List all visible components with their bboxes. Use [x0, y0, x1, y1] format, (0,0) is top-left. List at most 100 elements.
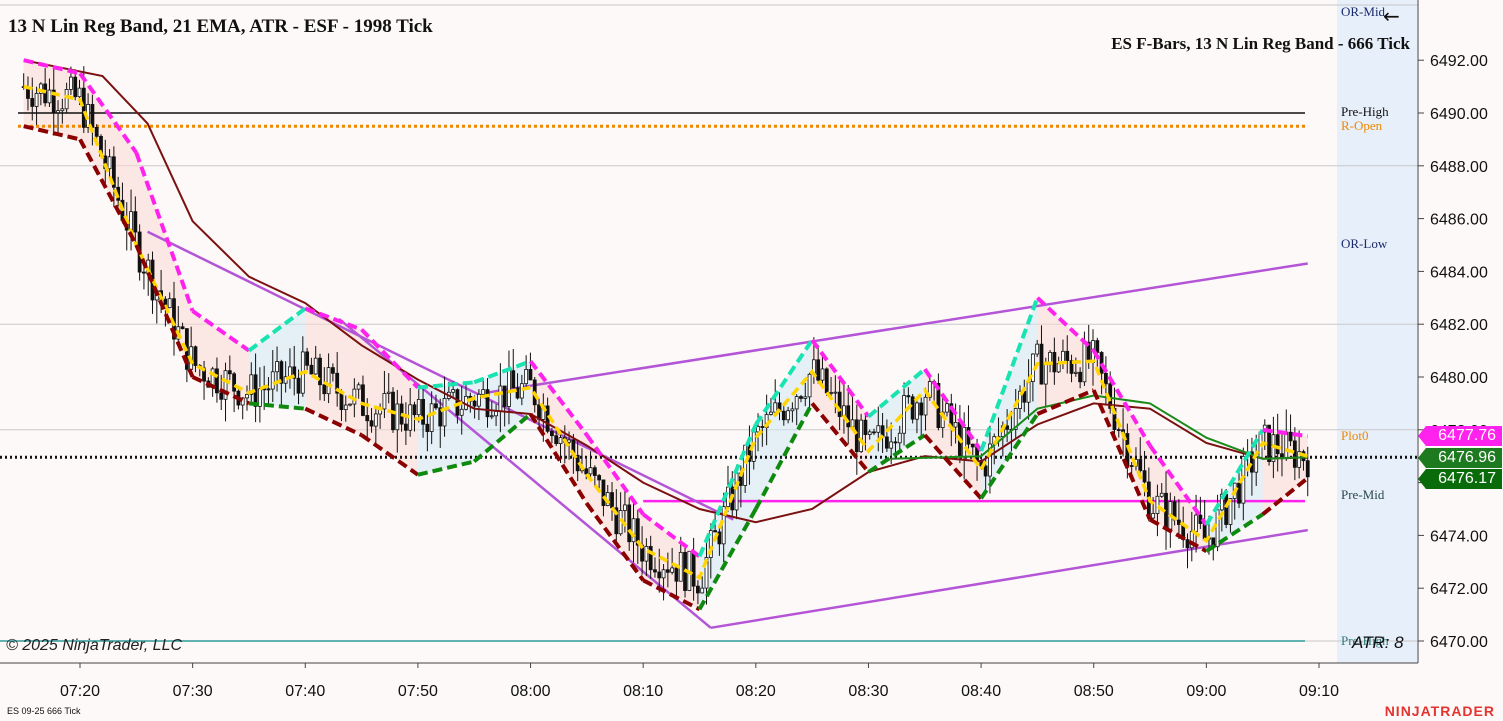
candle-body [382, 393, 387, 410]
y-tick-label: 6490.00 [1430, 106, 1488, 123]
x-tick-label: 08:50 [1074, 683, 1114, 700]
candle-body [519, 383, 524, 399]
candle-body [1305, 460, 1310, 478]
candle-body [558, 437, 563, 445]
candle-body [807, 373, 812, 398]
candle-body [854, 419, 859, 453]
candle-body [193, 346, 198, 366]
atr-label: ATR: 8 [1352, 633, 1404, 652]
x-tick-label: 08:20 [736, 683, 776, 700]
candle-body [1151, 513, 1156, 519]
pre-mid-label: Pre-Mid [1341, 487, 1385, 502]
candle-body [1185, 539, 1190, 549]
candle-body [889, 441, 894, 449]
chart-subtitle: ES F-Bars, 13 N Lin Reg Band - 666 Tick [1111, 34, 1410, 53]
candle-body [94, 127, 99, 137]
candle-body [700, 587, 705, 594]
candle-body [60, 108, 65, 112]
x-tick-label: 08:40 [961, 683, 1001, 700]
candle-body [923, 396, 928, 416]
candle-body [219, 392, 224, 400]
x-tick-label: 07:50 [398, 683, 438, 700]
candle-body [644, 546, 649, 562]
x-tick-label: 07:30 [173, 683, 213, 700]
candle-body [459, 408, 464, 416]
or-mid-label: OR-Mid [1341, 4, 1386, 19]
candle-body [69, 76, 73, 90]
candle-body [876, 425, 881, 433]
candle-body [769, 411, 773, 415]
x-tick-label: 07:40 [285, 683, 325, 700]
candle-body [215, 368, 219, 394]
candle-body [1194, 514, 1198, 532]
candle-body [592, 467, 597, 476]
candle-body [1082, 341, 1087, 383]
candle-body [1224, 493, 1229, 525]
candle-body [64, 89, 69, 110]
candle-body [425, 423, 430, 432]
candle-body [339, 392, 344, 411]
candle-body [773, 402, 778, 413]
candle-body [489, 415, 494, 418]
candle-body [781, 410, 786, 421]
candle-body [129, 211, 133, 231]
candle-body [820, 368, 825, 381]
candle-body [1275, 434, 1280, 455]
candle-body [180, 326, 185, 330]
candle-body [1116, 429, 1121, 431]
candle-body [794, 396, 799, 410]
candle-body [395, 403, 400, 431]
candle-body [897, 432, 902, 444]
candle-body [30, 98, 35, 107]
candle-body [623, 504, 627, 511]
candle-body [567, 439, 571, 443]
candle-body [524, 369, 529, 385]
price-chart[interactable]: 6470.006472.006474.006476.006478.006480.… [0, 0, 1503, 721]
candle-body [790, 408, 795, 412]
candle-body [313, 357, 318, 375]
candle-body [275, 361, 279, 373]
candle-body [1073, 371, 1078, 374]
x-tick-label: 08:00 [511, 683, 551, 700]
candle-body [691, 550, 696, 587]
candle-body [1202, 523, 1207, 540]
candle-body [34, 92, 39, 107]
candle-body [421, 399, 425, 425]
candle-body [1284, 431, 1289, 460]
price-tag-last: 6476.96 [1418, 448, 1502, 468]
candle-body [528, 369, 533, 381]
candle-body [481, 389, 486, 395]
candle-body [1103, 372, 1108, 385]
candle-body [330, 367, 335, 374]
candle-body [1043, 364, 1048, 385]
plot0-label: Plot0 [1341, 428, 1369, 443]
candle-body [511, 370, 516, 389]
y-tick-label: 6484.00 [1430, 264, 1488, 281]
candle-body [867, 431, 872, 435]
candle-body [81, 87, 86, 128]
y-tick-label: 6474.00 [1430, 528, 1488, 545]
candle-body [1039, 343, 1044, 385]
candle-body [837, 391, 842, 417]
candle-body [270, 371, 275, 390]
candle-body [1155, 495, 1160, 514]
candle-body [816, 359, 821, 381]
candle-body [365, 415, 370, 422]
candle-body [507, 370, 511, 407]
r-open-label: R-Open [1341, 118, 1383, 133]
x-tick-label: 07:20 [60, 683, 100, 700]
candle-body [696, 585, 700, 594]
candle-body [416, 399, 421, 416]
copyright-text: © 2025 NinjaTrader, LLC [6, 637, 183, 654]
candle-body [494, 411, 498, 417]
back-arrow-icon[interactable]: ← [1383, 4, 1400, 28]
candle-body [863, 419, 868, 435]
candle-body [1292, 440, 1297, 468]
y-tick-label: 6488.00 [1430, 159, 1488, 176]
candle-body [309, 364, 314, 375]
candle-body [970, 443, 975, 448]
or-low-label: OR-Low [1341, 236, 1388, 251]
x-tick-label: 08:10 [623, 683, 663, 700]
candle-body [846, 405, 851, 428]
candle-body [653, 569, 657, 573]
